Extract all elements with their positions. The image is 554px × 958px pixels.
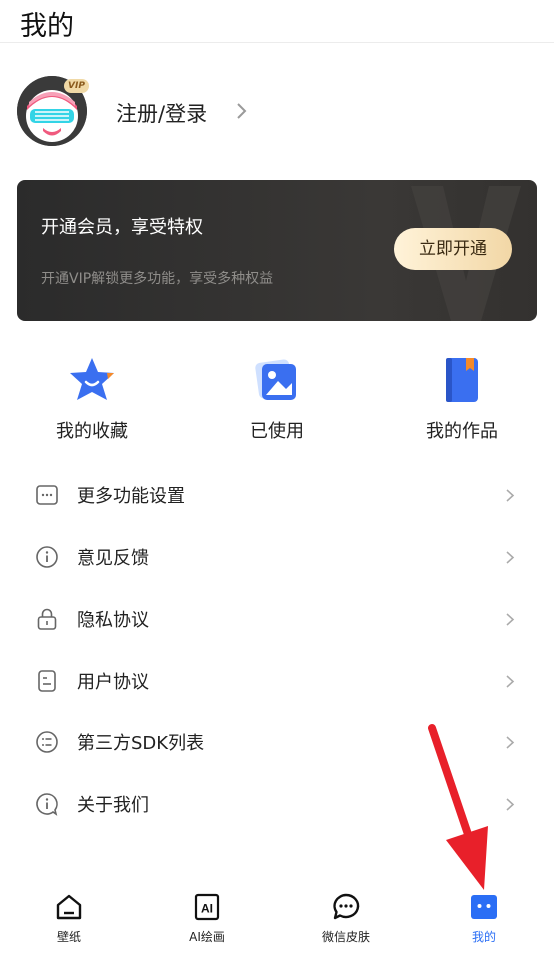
star-icon bbox=[70, 358, 114, 400]
tab-label: 壁纸 bbox=[56, 930, 81, 944]
menu-item-privacy[interactable]: 隐私协议 bbox=[0, 588, 554, 649]
chevron-right-icon bbox=[237, 103, 247, 119]
tab-ai-drawing[interactable]: AI AI绘画 bbox=[138, 892, 276, 952]
ai-icon: AI bbox=[194, 893, 220, 921]
tab-mine[interactable]: 我的 bbox=[415, 892, 553, 952]
annotation-arrow-icon bbox=[428, 724, 488, 890]
vip-badge: VIP bbox=[64, 79, 89, 93]
profile-login-row[interactable]: VIP 注册/登录 bbox=[17, 76, 517, 148]
chevron-right-icon bbox=[506, 675, 515, 688]
info-icon bbox=[36, 546, 58, 568]
open-vip-button[interactable]: 立即开通 bbox=[394, 228, 512, 270]
tab-label: AI绘画 bbox=[189, 930, 225, 944]
tab-wallpaper[interactable]: 壁纸 bbox=[0, 892, 138, 952]
list-icon bbox=[36, 731, 58, 753]
menu-item-label: 隐私协议 bbox=[77, 610, 149, 631]
chat-icon bbox=[333, 893, 360, 920]
more-settings-icon bbox=[36, 485, 58, 505]
tab-label: 我的 bbox=[471, 930, 496, 944]
page-title: 我的 bbox=[20, 11, 74, 42]
quick-action-works[interactable]: 我的作品 bbox=[387, 355, 537, 445]
login-link[interactable]: 注册/登录 bbox=[116, 98, 207, 128]
menu-item-label: 更多功能设置 bbox=[77, 486, 185, 507]
menu-item-label: 第三方SDK列表 bbox=[77, 733, 205, 754]
chevron-right-icon bbox=[506, 736, 515, 749]
tab-wechat-skin[interactable]: 微信皮肤 bbox=[277, 892, 415, 952]
image-icon bbox=[255, 359, 296, 400]
menu-item-label: 意见反馈 bbox=[77, 548, 149, 569]
menu-item-feedback[interactable]: 意见反馈 bbox=[0, 526, 554, 587]
menu-item-label: 用户协议 bbox=[77, 672, 149, 693]
profile-icon bbox=[471, 895, 497, 919]
quick-action-label: 已使用 bbox=[250, 421, 304, 442]
lock-icon bbox=[37, 608, 57, 630]
chevron-right-icon bbox=[506, 489, 515, 502]
book-icon bbox=[446, 358, 478, 402]
home-icon bbox=[56, 894, 82, 920]
menu-item-label: 关于我们 bbox=[77, 795, 149, 816]
chevron-right-icon bbox=[506, 613, 515, 626]
chevron-right-icon bbox=[506, 798, 515, 811]
quick-action-favorites[interactable]: 我的收藏 bbox=[17, 355, 167, 445]
svg-text:AI: AI bbox=[201, 902, 213, 916]
vip-card-title: 开通会员，享受特权 bbox=[41, 217, 203, 238]
about-icon bbox=[36, 793, 58, 816]
vip-promo-card[interactable]: 开通会员，享受特权 开通VIP解锁更多功能，享受多种权益 立即开通 bbox=[17, 180, 537, 321]
chevron-right-icon bbox=[506, 551, 515, 564]
quick-action-label: 我的作品 bbox=[426, 421, 498, 442]
quick-action-label: 我的收藏 bbox=[56, 421, 128, 442]
menu-item-more-settings[interactable]: 更多功能设置 bbox=[0, 464, 554, 525]
tab-label: 微信皮肤 bbox=[321, 930, 370, 944]
menu-item-user-agreement[interactable]: 用户协议 bbox=[0, 650, 554, 711]
quick-action-used[interactable]: 已使用 bbox=[202, 355, 352, 445]
page-header: 我的 bbox=[0, 0, 554, 43]
vip-card-subtitle: 开通VIP解锁更多功能，享受多种权益 bbox=[41, 271, 274, 287]
document-icon bbox=[38, 670, 56, 692]
